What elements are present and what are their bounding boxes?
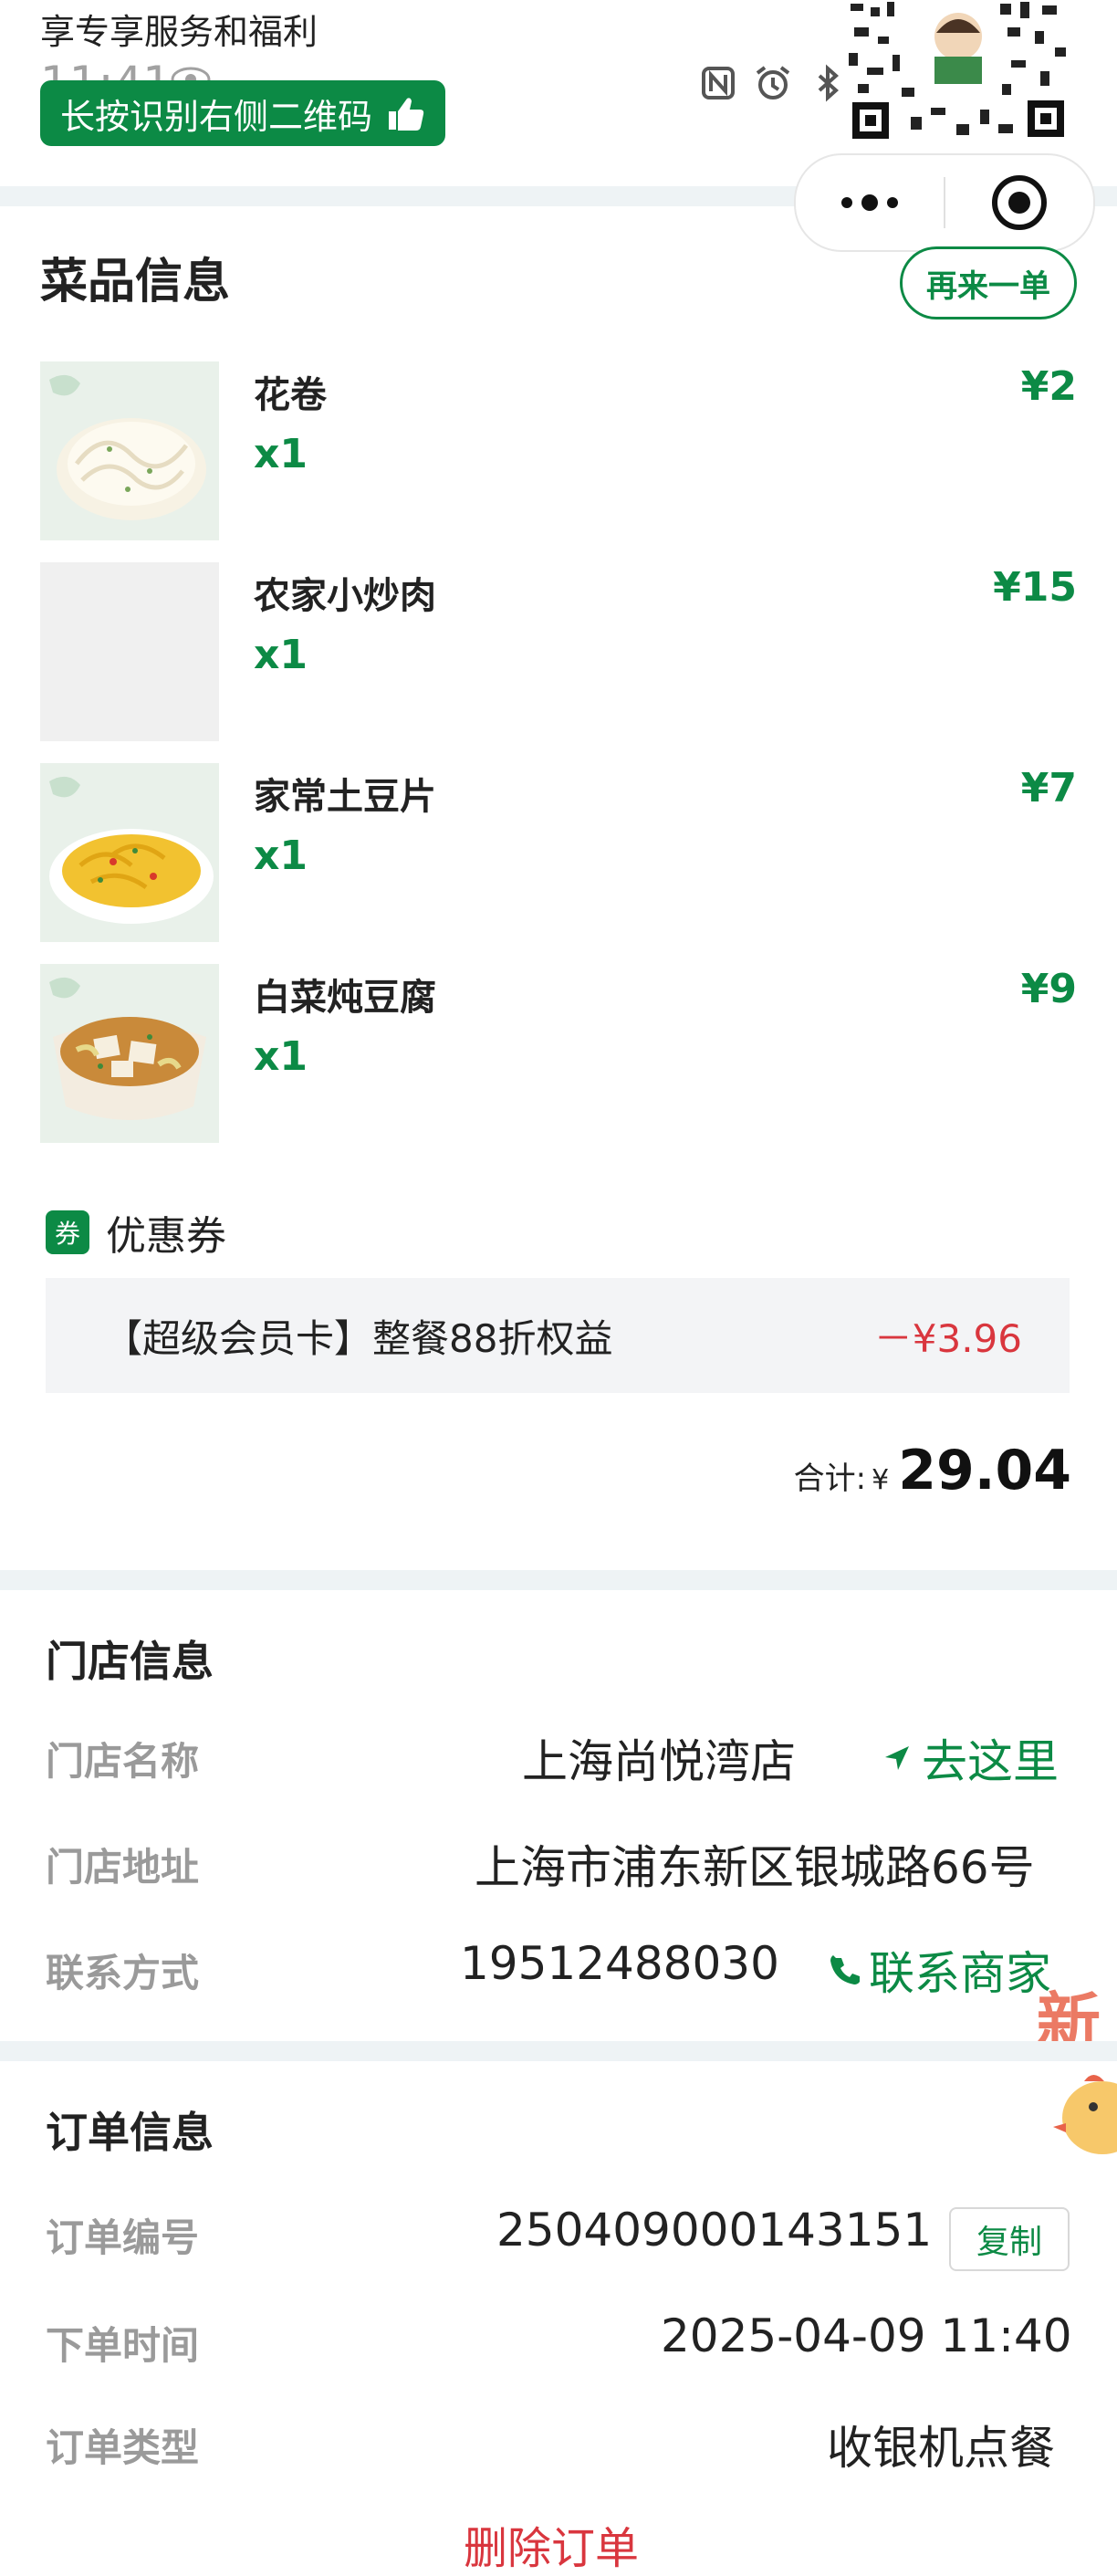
section-divider	[0, 1570, 1117, 1590]
target-close-icon	[992, 175, 1047, 230]
store-name-label: 门店名称	[46, 1739, 200, 1784]
contact-merchant-label: 联系商家	[869, 1947, 1051, 2000]
contact-merchant-link[interactable]: 联系商家	[829, 1937, 1051, 2003]
order-number: 250409000143151	[496, 2204, 933, 2257]
mini-program-capsule[interactable]	[794, 153, 1095, 252]
long-press-label: 长按识别右侧二维码	[60, 96, 373, 137]
total-amount: 29.04	[898, 1439, 1071, 1503]
dish-item[interactable]: 农家小炒肉 x1 ¥15	[40, 562, 1077, 741]
long-press-qr-tip[interactable]: 长按识别右侧二维码	[40, 80, 445, 146]
more-dots-icon	[841, 194, 898, 211]
more-menu-button[interactable]	[796, 155, 944, 250]
coupon-row: 【超级会员卡】整餐88折权益 －¥3.96	[46, 1278, 1070, 1393]
dish-price: ¥9	[1020, 966, 1077, 1012]
close-miniprogram-button[interactable]	[945, 155, 1093, 250]
store-name: 上海尚悦湾店	[522, 1735, 796, 1788]
qr-code[interactable]	[847, 0, 1070, 142]
dish-image-potato	[40, 763, 219, 942]
store-section-title: 门店信息	[46, 1637, 214, 1686]
coupon-name: 【超级会员卡】整餐88折权益	[104, 1315, 613, 1361]
dish-image-tofu	[40, 964, 219, 1143]
navigate-label: 去这里	[922, 1735, 1059, 1788]
dish-item[interactable]: 花卷 x1 ¥2	[40, 361, 1077, 540]
thumbs-up-icon	[389, 98, 424, 131]
dish-quantity: x1	[254, 832, 308, 879]
coupon-header: 券 优惠券	[46, 1203, 226, 1262]
dish-image-placeholder	[40, 562, 219, 741]
dish-quantity: x1	[254, 632, 308, 678]
coupon-discount: －¥3.96	[873, 1315, 1022, 1361]
dish-name: 白菜炖豆腐	[254, 977, 436, 1019]
store-address: 上海市浦东新区银城路66号	[475, 1841, 1035, 1894]
section-divider	[0, 2041, 1117, 2061]
dish-name: 家常土豆片	[254, 776, 436, 818]
copy-order-number-button[interactable]: 复制	[949, 2207, 1070, 2271]
order-section-title: 订单信息	[46, 2108, 214, 2157]
navigation-arrow-icon	[885, 1746, 909, 1770]
dish-image-huajuan	[40, 361, 219, 540]
navigate-link[interactable]: 去这里	[882, 1725, 1059, 1791]
store-phone: 19512488030	[460, 1937, 779, 1990]
dish-item[interactable]: 家常土豆片 x1 ¥7	[40, 763, 1077, 942]
order-number-label: 订单编号	[46, 2215, 200, 2260]
banner-title: 享专享服务和福利	[40, 12, 318, 52]
phone-icon	[830, 1955, 860, 1984]
status-icons	[699, 64, 847, 102]
total-currency: ¥	[872, 1464, 890, 1496]
dish-quantity: x1	[254, 431, 308, 477]
order-time: 2025-04-09 11:40	[661, 2309, 1072, 2362]
dish-price: ¥2	[1020, 363, 1077, 410]
store-address-label: 门店地址	[46, 1845, 200, 1890]
dish-item[interactable]: 白菜炖豆腐 x1 ¥9	[40, 964, 1077, 1143]
order-total: 合计: ¥ 29.04	[794, 1439, 1071, 1503]
bluetooth-icon	[818, 64, 840, 102]
dish-name: 花卷	[254, 374, 327, 416]
dish-name: 农家小炒肉	[254, 575, 436, 617]
total-label: 合计:	[793, 1461, 867, 1497]
coupon-badge-icon: 券	[46, 1210, 89, 1254]
dish-price: ¥7	[1020, 765, 1077, 812]
reorder-button[interactable]: 再来一单	[900, 246, 1077, 319]
order-type: 收银机点餐	[827, 2422, 1055, 2475]
dish-quantity: x1	[254, 1033, 308, 1080]
dishes-section-title: 菜品信息	[40, 255, 231, 309]
order-time-label: 下单时间	[46, 2323, 200, 2368]
coupon-title: 优惠券	[106, 1213, 226, 1260]
delete-order-button[interactable]: 删除订单	[464, 2512, 639, 2576]
nfc-icon	[702, 67, 735, 99]
store-contact-label: 联系方式	[46, 1951, 200, 1995]
order-type-label: 订单类型	[46, 2425, 200, 2470]
dish-price: ¥15	[993, 564, 1077, 611]
alarm-icon	[756, 66, 790, 99]
